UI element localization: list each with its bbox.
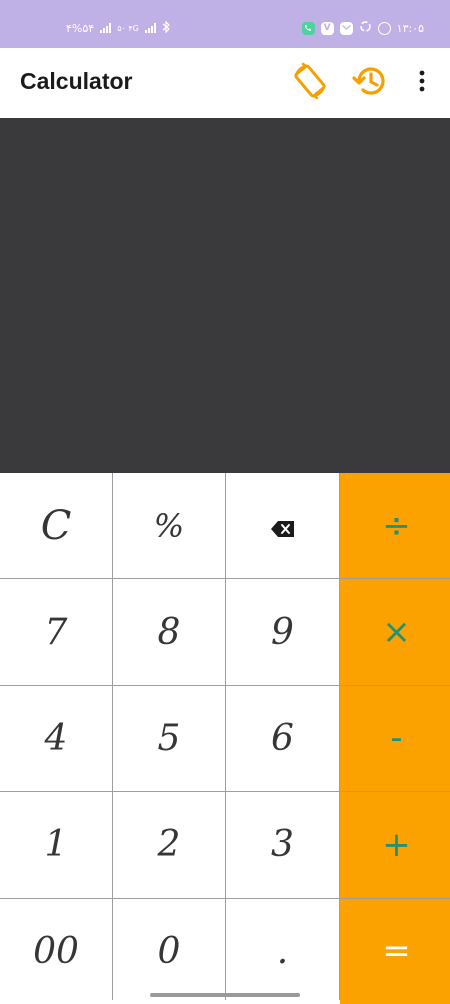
equals-button[interactable]: =: [340, 898, 450, 1004]
digit-4-button[interactable]: 4: [0, 685, 112, 792]
battery-text: ۴%۵۴: [66, 21, 95, 35]
status-bar: ۴%۵۴ ۵۰ ۴G V ۱۳:۰۵: [0, 0, 450, 48]
digit-8-button[interactable]: 8: [113, 579, 225, 685]
add-button[interactable]: +: [340, 792, 450, 898]
keypad: C % ÷ 7 8 9 × 4 5 6 - 1 2 3 + 00 0 . =: [0, 473, 450, 1004]
screen-rotation-icon: [290, 61, 330, 105]
digit-3-button[interactable]: 3: [226, 792, 339, 898]
digit-9-button[interactable]: 9: [226, 579, 339, 685]
status-right-group: V ۱۳:۰۵: [301, 19, 424, 37]
network-text: ۵۰ ۴G: [117, 23, 139, 33]
backspace-button[interactable]: [226, 473, 339, 579]
double-zero-button[interactable]: 00: [0, 898, 112, 1004]
clock-text: ۱۳:۰۵: [396, 21, 424, 35]
subtract-button[interactable]: -: [340, 685, 450, 792]
bluetooth-icon: [162, 20, 171, 36]
history-button[interactable]: [350, 63, 390, 103]
status-left-group: ۴%۵۴ ۵۰ ۴G: [66, 19, 171, 37]
clear-button[interactable]: C: [0, 473, 112, 579]
signal-strength-icon-2: [144, 23, 156, 33]
decimal-point-button[interactable]: .: [226, 898, 339, 1004]
app-title: Calculator: [20, 68, 133, 94]
percent-button[interactable]: %: [113, 473, 225, 579]
history-icon: [351, 62, 389, 104]
digit-2-button[interactable]: 2: [113, 792, 225, 898]
digit-0-button[interactable]: 0: [113, 898, 225, 1004]
result-display: [0, 118, 450, 473]
mail-icon: [339, 21, 353, 35]
backspace-icon: [270, 505, 295, 546]
more-vertical-icon: [419, 70, 425, 96]
viber-icon: V: [320, 21, 334, 35]
phone-icon: [301, 21, 315, 35]
sync-icon: [359, 20, 372, 36]
digit-1-button[interactable]: 1: [0, 792, 112, 898]
app-bar: Calculator: [0, 48, 450, 118]
whatsapp-icon: [377, 21, 391, 35]
multiply-button[interactable]: ×: [340, 579, 450, 685]
digit-5-button[interactable]: 5: [113, 685, 225, 792]
digit-7-button[interactable]: 7: [0, 579, 112, 685]
signal-strength-icon: [100, 23, 112, 33]
home-indicator[interactable]: [150, 993, 300, 997]
divide-button[interactable]: ÷: [340, 473, 450, 579]
digit-6-button[interactable]: 6: [226, 685, 339, 792]
rotate-screen-button[interactable]: [290, 61, 330, 105]
more-options-button[interactable]: [402, 63, 442, 103]
